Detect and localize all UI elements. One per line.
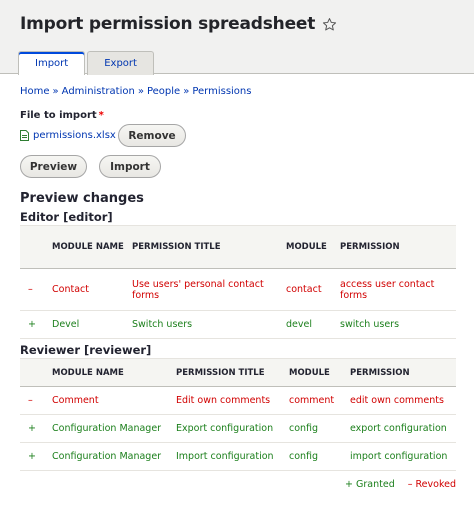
column-header-module: MODULE	[285, 358, 346, 387]
spreadsheet-file-icon	[20, 130, 29, 141]
column-header-module: MODULE	[282, 225, 336, 269]
breadcrumb-separator: »	[52, 86, 59, 97]
column-header-permission-title: PERMISSION TITLE	[172, 358, 285, 387]
column-header-permission: PERMISSION	[346, 358, 456, 387]
cell-permission-title: Export configuration	[172, 414, 285, 443]
column-header-sign	[20, 225, 48, 269]
cell-permission: switch users	[336, 310, 456, 339]
cell-permission: access user contact forms	[336, 268, 456, 311]
cell-permission-title: Switch users	[128, 310, 282, 339]
breadcrumb-home[interactable]: Home	[20, 86, 50, 97]
file-link[interactable]: permissions.xlsx	[33, 130, 116, 141]
preview-button[interactable]: Preview	[20, 155, 87, 178]
row-status-sign: +	[20, 310, 48, 339]
cell-module: devel	[282, 310, 336, 339]
uploaded-file: permissions.xlsx	[20, 130, 116, 141]
table-header: MODULE NAME PERMISSION TITLE MODULE PERM…	[20, 358, 456, 387]
legend-granted: + Granted	[345, 479, 395, 490]
primary-tabs: Import Export	[18, 51, 156, 75]
page-header: Import permission spreadsheet Import Exp…	[0, 0, 474, 75]
cell-module: contact	[282, 268, 336, 311]
column-header-module-name: MODULE NAME	[48, 225, 128, 269]
cell-module-name: Configuration Manager	[48, 414, 172, 443]
breadcrumb-administration[interactable]: Administration	[62, 86, 135, 97]
cell-module: config	[285, 414, 346, 443]
row-status-sign: +	[20, 442, 48, 471]
required-marker: *	[98, 110, 104, 121]
role-heading-editor: Editor [editor]	[20, 210, 113, 224]
legend-revoked: – Revoked	[407, 479, 456, 490]
cell-permission-title: Import configuration	[172, 442, 285, 471]
permissions-table-reviewer: MODULE NAME PERMISSION TITLE MODULE PERM…	[20, 358, 456, 471]
change-legend: + Granted – Revoked	[345, 479, 456, 490]
table-row: – Comment Edit own comments comment edit…	[20, 386, 456, 415]
breadcrumb: Home » Administration » People » Permiss…	[20, 86, 251, 97]
cell-permission-title: Edit own comments	[172, 386, 285, 415]
row-status-sign: +	[20, 414, 48, 443]
file-to-import-label: File to import *	[20, 110, 104, 121]
title-row: Import permission spreadsheet	[20, 14, 337, 34]
cell-permission: edit own comments	[346, 386, 456, 415]
cell-module-name: Comment	[48, 386, 172, 415]
cell-module-name: Contact	[48, 268, 128, 311]
permissions-table-editor: MODULE NAME PERMISSION TITLE MODULE PERM…	[20, 225, 456, 339]
column-header-sign	[20, 358, 48, 387]
remove-button[interactable]: Remove	[118, 124, 186, 147]
tab-import[interactable]: Import	[18, 51, 86, 75]
column-header-permission: PERMISSION	[336, 225, 456, 269]
column-header-permission-title: PERMISSION TITLE	[128, 225, 282, 269]
cell-module: config	[285, 442, 346, 471]
cell-module: comment	[285, 386, 346, 415]
table-header: MODULE NAME PERMISSION TITLE MODULE PERM…	[20, 225, 456, 269]
table-row: + Configuration Manager Import configura…	[20, 442, 456, 471]
file-label-text: File to import	[20, 110, 97, 121]
cell-permission-title: Use users' personal contact forms	[128, 268, 282, 311]
preview-changes-heading: Preview changes	[20, 191, 144, 206]
cell-permission: export configuration	[346, 414, 456, 443]
cell-module-name: Configuration Manager	[48, 442, 172, 471]
table-row: + Configuration Manager Export configura…	[20, 414, 456, 443]
cell-module-name: Devel	[48, 310, 128, 339]
table-row: – Contact Use users' personal contact fo…	[20, 268, 456, 311]
column-header-module-name: MODULE NAME	[48, 358, 172, 387]
role-heading-reviewer: Reviewer [reviewer]	[20, 343, 152, 357]
breadcrumb-separator: »	[183, 86, 190, 97]
breadcrumb-permissions[interactable]: Permissions	[192, 86, 251, 97]
cell-permission: import configuration	[346, 442, 456, 471]
row-status-sign: –	[20, 268, 48, 311]
page-title: Import permission spreadsheet	[20, 14, 316, 34]
row-status-sign: –	[20, 386, 48, 415]
star-outline-icon[interactable]	[322, 17, 337, 32]
table-row: + Devel Switch users devel switch users	[20, 310, 456, 339]
breadcrumb-people[interactable]: People	[147, 86, 180, 97]
tab-export[interactable]: Export	[87, 51, 154, 75]
import-button[interactable]: Import	[99, 155, 161, 178]
breadcrumb-separator: »	[137, 86, 144, 97]
